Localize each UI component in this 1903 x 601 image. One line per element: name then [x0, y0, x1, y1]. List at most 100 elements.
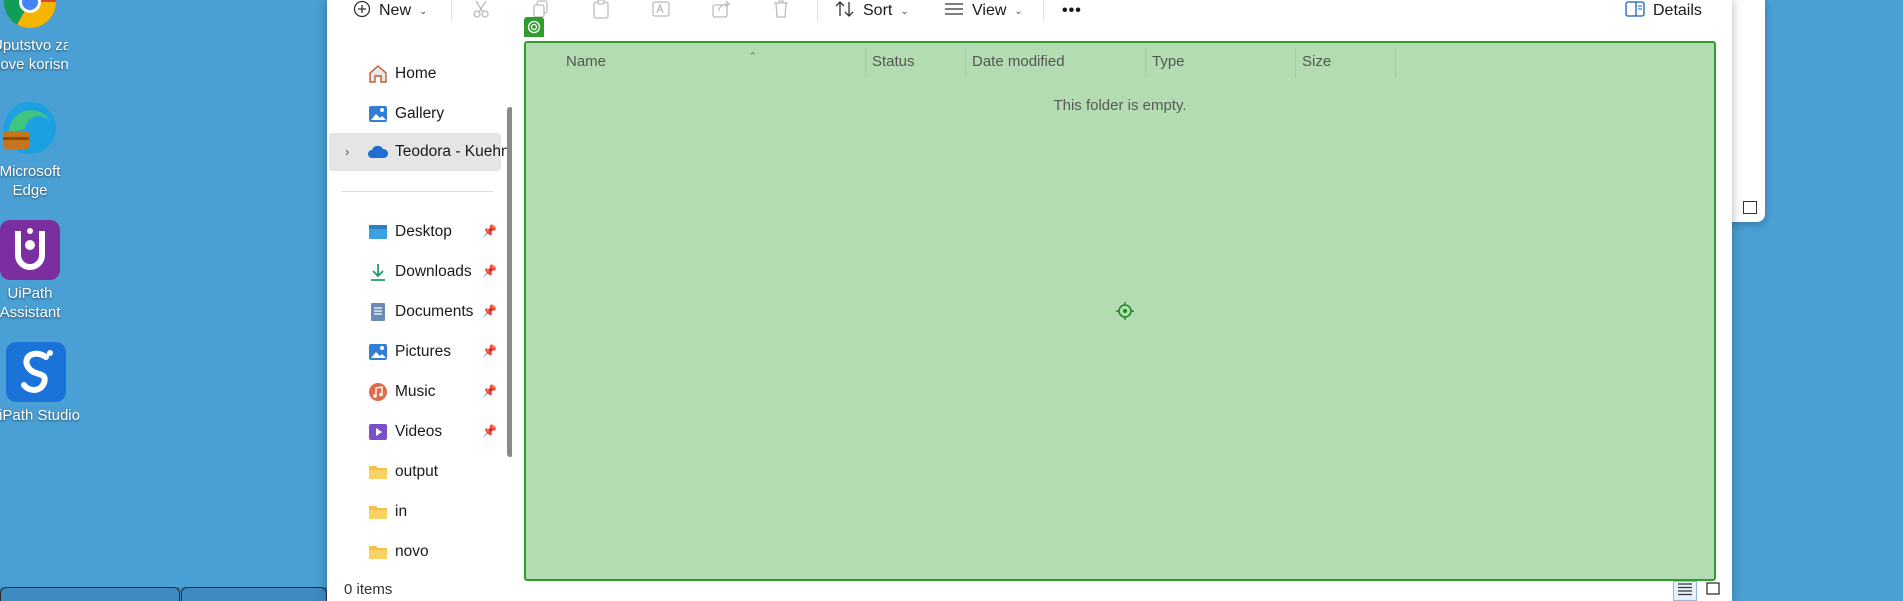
trash-icon — [771, 0, 791, 24]
column-header-date-modified[interactable]: Date modified — [972, 53, 1065, 73]
desktop-icon-uipath-assistant[interactable]: UiPath Assistant — [0, 220, 68, 322]
edge-icon — [0, 98, 60, 158]
nav-item-downloads[interactable]: Downloads 📌 — [329, 253, 501, 291]
pin-icon[interactable]: 📌 — [482, 264, 497, 278]
rename-button[interactable] — [651, 0, 671, 22]
share-icon — [711, 0, 731, 24]
paste-icon — [591, 0, 611, 24]
folder-icon — [367, 541, 389, 563]
downloads-icon — [367, 261, 389, 283]
nav-item-label: Desktop — [395, 223, 452, 240]
navigation-pane: Home Gallery › Teodora - Kuehne Desktop … — [327, 45, 512, 581]
empty-folder-message: This folder is empty. — [1053, 97, 1187, 114]
pin-icon[interactable]: 📌 — [482, 344, 497, 358]
chevron-down-icon: ⌄ — [900, 5, 909, 17]
target-badge — [524, 17, 544, 37]
nav-item-documents[interactable]: Documents 📌 — [329, 293, 501, 331]
share-button[interactable] — [711, 0, 731, 22]
onedrive-icon — [367, 141, 389, 163]
nav-item-onedrive[interactable]: › Teodora - Kuehne — [329, 133, 512, 171]
column-header-name[interactable]: ⌃ Name — [566, 51, 757, 73]
desktop-icon-edge[interactable]: Microsoft Edge — [0, 98, 68, 200]
column-header-status[interactable]: Status — [872, 53, 915, 73]
nav-item-output[interactable]: output — [329, 453, 501, 491]
ellipsis-icon: ••• — [1062, 2, 1082, 19]
view-button[interactable]: View ⌄ — [944, 0, 1023, 22]
restore-icon[interactable] — [1743, 201, 1757, 214]
chevron-right-icon[interactable]: › — [345, 144, 349, 159]
pin-icon[interactable]: 📌 — [482, 224, 497, 238]
sort-icon — [835, 0, 855, 23]
toolbar-divider — [817, 0, 818, 22]
desktop-icon-label: Edge — [12, 182, 48, 199]
new-button[interactable]: New ⌄ — [353, 0, 427, 22]
view-lines-icon — [944, 1, 964, 22]
nav-item-novo[interactable]: novo — [329, 533, 501, 571]
videos-icon — [367, 421, 389, 443]
new-button-label: New — [379, 2, 412, 19]
nav-item-home[interactable]: Home — [329, 55, 501, 93]
taskbar-segment — [0, 587, 180, 601]
desktop-icon-uipath-studio[interactable]: UiPath Studio — [0, 342, 80, 425]
folder-icon — [367, 461, 389, 483]
column-header-label: Type — [1152, 53, 1185, 70]
column-divider[interactable] — [1295, 48, 1296, 78]
nav-scrollbar[interactable] — [507, 107, 512, 457]
column-divider[interactable] — [1395, 48, 1396, 78]
chrome-icon — [0, 0, 60, 32]
uipath-assistant-icon — [0, 220, 60, 280]
nav-item-label: Documents — [395, 303, 474, 320]
pin-icon[interactable]: 📌 — [482, 384, 497, 398]
sort-button[interactable]: Sort ⌄ — [835, 0, 909, 22]
folder-icon — [367, 501, 389, 523]
nav-item-desktop[interactable]: Desktop 📌 — [329, 213, 501, 251]
tiles-view-button[interactable] — [1701, 581, 1725, 601]
nav-item-music[interactable]: Music 📌 — [329, 373, 501, 411]
details-view-button[interactable] — [1673, 581, 1697, 601]
nav-item-label: Music — [395, 383, 436, 400]
nav-item-label: Videos — [395, 423, 443, 440]
nav-item-label: Downloads — [395, 263, 472, 280]
cut-button[interactable] — [471, 0, 491, 22]
nav-item-pictures[interactable]: Pictures 📌 — [329, 333, 501, 371]
nav-item-videos[interactable]: Videos 📌 — [329, 413, 501, 451]
scissors-icon — [471, 0, 491, 24]
column-divider[interactable] — [965, 48, 966, 78]
column-divider[interactable] — [865, 48, 866, 78]
desktop-folder-icon — [367, 221, 389, 243]
toolbar-divider — [451, 0, 452, 22]
nav-item-label: Pictures — [395, 343, 451, 360]
desktop-icon-chrome-shortcut[interactable]: Uputstvo za nove korisn... — [0, 0, 68, 74]
taskbar-strip — [0, 587, 327, 601]
file-list-pane[interactable]: ⌃ Name Status Date modified Type Size Th… — [524, 41, 1716, 581]
view-button-label: View — [972, 2, 1007, 19]
more-options-button[interactable]: ••• — [1062, 0, 1082, 22]
item-count: 0 items — [344, 581, 393, 598]
rename-icon — [651, 0, 671, 24]
nav-item-label: Teodora - Kuehne — [395, 143, 512, 160]
details-pane-button[interactable]: Details — [1625, 0, 1702, 22]
pin-icon[interactable]: 📌 — [482, 304, 497, 318]
crosshair-icon — [1116, 302, 1134, 324]
column-header-type[interactable]: Type — [1152, 53, 1185, 73]
uipath-studio-icon — [6, 342, 66, 402]
desktop-icon-label: UiPath Studio — [0, 407, 80, 424]
desktop-icon-label: Uputstvo za — [0, 37, 68, 54]
column-header-label: Date modified — [972, 53, 1065, 70]
nav-item-gallery[interactable]: Gallery — [329, 95, 501, 133]
sort-ascending-icon: ⌃ — [748, 51, 758, 63]
desktop-icon-label: UiPath — [7, 285, 53, 302]
desktop-icon-label: nove korisn... — [0, 56, 68, 73]
list-view-icon — [1677, 582, 1693, 600]
music-icon — [367, 381, 389, 403]
pin-icon[interactable]: 📌 — [482, 424, 497, 438]
gallery-icon — [367, 103, 389, 125]
column-header-label: Size — [1302, 53, 1332, 70]
delete-button[interactable] — [771, 0, 791, 22]
sort-button-label: Sort — [863, 2, 893, 19]
paste-button[interactable] — [591, 0, 611, 22]
toolbar-divider — [1043, 0, 1044, 22]
column-header-size[interactable]: Size — [1302, 53, 1331, 73]
nav-item-in[interactable]: in — [329, 493, 501, 531]
column-divider[interactable] — [1145, 48, 1146, 78]
